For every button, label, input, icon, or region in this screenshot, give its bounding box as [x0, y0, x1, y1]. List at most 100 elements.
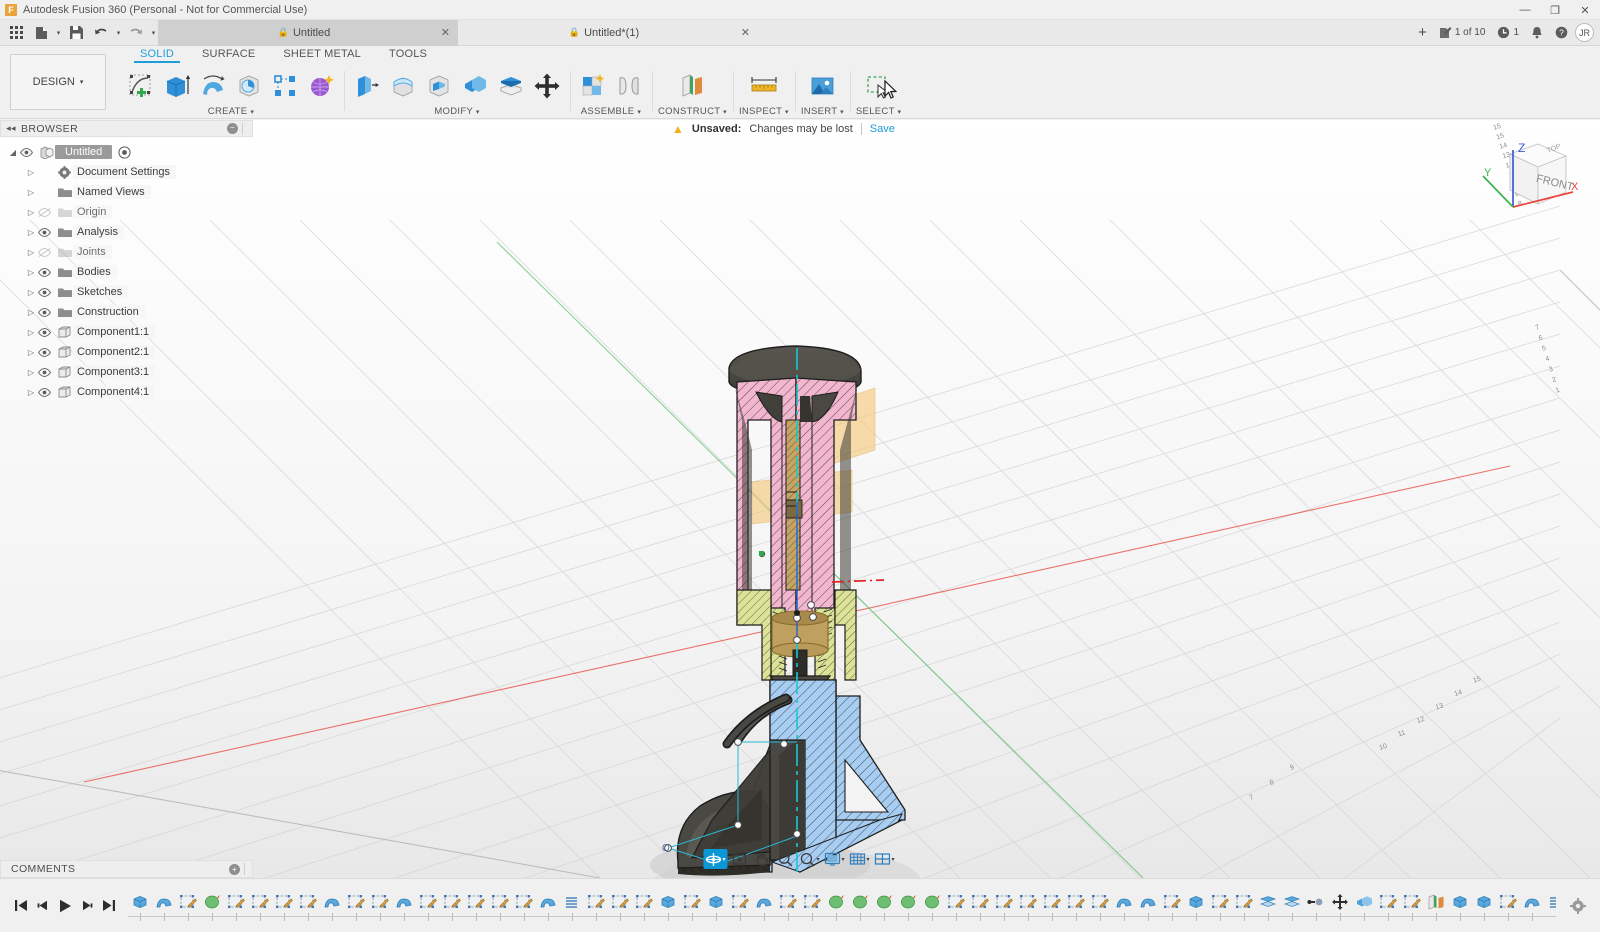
chevron-down-icon[interactable]: ▾ [721, 856, 725, 863]
undo-icon[interactable] [89, 22, 113, 44]
panel-inspect-label[interactable]: INSPECT ▾ [739, 106, 789, 117]
expand-arrow-icon[interactable]: ▷ [24, 348, 38, 357]
tree-row-bodies[interactable]: ▷ Bodies [0, 262, 253, 282]
redo-icon[interactable] [124, 22, 148, 44]
tree-row-sketches[interactable]: ▷ Sketches [0, 282, 253, 302]
skip-end-icon[interactable] [100, 895, 118, 917]
skip-start-icon[interactable] [12, 895, 30, 917]
expand-arrow-icon[interactable]: ▷ [24, 228, 38, 237]
add-comment-icon[interactable]: + [229, 863, 240, 875]
visibility-eye-icon[interactable] [38, 347, 56, 357]
expand-arrow-icon[interactable]: ▷ [24, 328, 38, 337]
chevron-down-icon[interactable]: ▾ [815, 856, 819, 863]
save-icon[interactable] [64, 22, 88, 44]
chevron-down-icon[interactable]: ▾ [866, 856, 870, 863]
undo-caret-icon[interactable]: ▾ [114, 22, 123, 44]
expand-arrow-icon[interactable]: ◢ [6, 148, 20, 157]
tree-row-component2[interactable]: ▷ Component2:1 [0, 342, 253, 362]
pan-tool[interactable] [751, 849, 773, 869]
tab-surface[interactable]: SURFACE [188, 46, 269, 60]
tree-row-component4[interactable]: ▷ Component4:1 [0, 382, 253, 402]
tree-row-untitled[interactable]: ◢ Untitled [0, 142, 253, 162]
document-tab-0[interactable]: 🔒 Untitled ✕ [158, 19, 458, 46]
panel-assemble-label[interactable]: ASSEMBLE ▾ [581, 106, 641, 117]
visibility-eye-icon[interactable] [20, 147, 38, 157]
chevron-down-icon[interactable]: ▾ [840, 856, 844, 863]
visibility-eye-off-icon[interactable] [38, 207, 56, 217]
new-document-icon[interactable] [29, 22, 53, 44]
tree-row-document-settings[interactable]: ▷ Document Settings [0, 162, 253, 182]
visibility-eye-icon[interactable] [38, 367, 56, 377]
sweep-icon[interactable] [232, 69, 266, 103]
expand-arrow-icon[interactable]: ▷ [24, 188, 38, 197]
tree-row-named-views[interactable]: ▷ Named Views [0, 182, 253, 202]
display-settings[interactable]: ▾ [822, 849, 846, 869]
jobs-status-button[interactable]: 1 of 10 [1434, 22, 1491, 44]
maximize-button[interactable]: ❐ [1540, 0, 1570, 20]
window-selection-icon[interactable] [862, 69, 896, 103]
insert-image-icon[interactable] [805, 69, 839, 103]
timeline-settings-gear-icon[interactable] [1556, 897, 1600, 914]
move-copy-icon[interactable] [530, 69, 564, 103]
visibility-eye-icon[interactable] [38, 387, 56, 397]
panel-construct-label[interactable]: CONSTRUCT ▾ [658, 106, 727, 117]
new-document-caret-icon[interactable]: ▾ [54, 22, 63, 44]
app-grid-icon[interactable] [4, 22, 28, 44]
viewports[interactable]: ▾ [873, 849, 897, 869]
tab-solid[interactable]: SOLID [126, 46, 188, 63]
document-tab-1-close-icon[interactable]: ✕ [741, 26, 750, 39]
bell-icon[interactable] [1526, 22, 1548, 44]
expand-arrow-icon[interactable]: ▷ [24, 268, 38, 277]
panel-resize-handle[interactable] [242, 122, 248, 135]
visibility-eye-icon[interactable] [38, 287, 56, 297]
tab-tools[interactable]: TOOLS [375, 46, 441, 60]
visibility-eye-off-icon[interactable] [38, 247, 56, 257]
tree-row-component1[interactable]: ▷ Component1:1 [0, 322, 253, 342]
panel-modify-label[interactable]: MODIFY ▾ [434, 106, 479, 117]
workspace-selector[interactable]: DESIGN ▾ [10, 54, 106, 110]
extrude-icon[interactable] [160, 69, 194, 103]
measure-icon[interactable] [747, 69, 781, 103]
close-button[interactable]: ✕ [1570, 0, 1600, 20]
activate-component-icon[interactable] [118, 145, 131, 159]
save-link[interactable]: Save [870, 123, 895, 135]
document-tab-0-close-icon[interactable]: ✕ [441, 26, 450, 39]
avatar[interactable]: JR [1575, 23, 1594, 42]
orbit-tool[interactable]: ▾ [703, 849, 728, 869]
pattern-icon[interactable] [268, 69, 302, 103]
expand-arrow-icon[interactable]: ▷ [24, 368, 38, 377]
expand-arrow-icon[interactable]: ▷ [24, 208, 38, 217]
expand-arrow-icon[interactable]: ▷ [24, 308, 38, 317]
document-tab-1[interactable]: 🔒 Untitled*(1) ✕ [458, 20, 758, 46]
tree-row-analysis[interactable]: ▷ Analysis [0, 222, 253, 242]
form-icon[interactable] [304, 69, 338, 103]
grid-snaps[interactable]: ▾ [848, 849, 872, 869]
comments-panel-header[interactable]: COMMENTS + [0, 860, 253, 878]
step-back-icon[interactable] [34, 895, 52, 917]
visibility-eye-icon[interactable] [38, 267, 56, 277]
tree-row-origin[interactable]: ▷ Origin [0, 202, 253, 222]
zoom-window-tool[interactable]: ▾ [797, 849, 821, 869]
new-tab-button[interactable]: + [1413, 22, 1432, 44]
redo-caret-icon[interactable]: ▾ [149, 22, 158, 44]
expand-arrow-icon[interactable]: ▷ [24, 168, 38, 177]
panel-insert-label[interactable]: INSERT ▾ [801, 106, 844, 117]
recent-activity-button[interactable]: 1 [1492, 22, 1524, 44]
visibility-eye-icon[interactable] [38, 327, 56, 337]
collapse-left-icon[interactable]: ◂◂ [1, 123, 21, 134]
play-icon[interactable] [56, 895, 74, 917]
visibility-eye-icon[interactable] [38, 227, 56, 237]
fillet-icon[interactable] [386, 69, 420, 103]
tab-sheet-metal[interactable]: SHEET METAL [269, 46, 375, 60]
expand-arrow-icon[interactable]: ▷ [24, 388, 38, 397]
tree-row-joints[interactable]: ▷ Joints [0, 242, 253, 262]
tree-row-construction[interactable]: ▷ Construction [0, 302, 253, 322]
look-at-tool[interactable] [728, 849, 750, 869]
joint-icon[interactable] [612, 69, 646, 103]
panel-resize-handle[interactable] [244, 863, 250, 875]
panel-create-label[interactable]: CREATE ▾ [208, 106, 254, 117]
step-forward-icon[interactable] [78, 895, 96, 917]
press-pull-icon[interactable] [350, 69, 384, 103]
chevron-down-icon[interactable]: ▾ [891, 856, 895, 863]
expand-arrow-icon[interactable]: ▷ [24, 248, 38, 257]
